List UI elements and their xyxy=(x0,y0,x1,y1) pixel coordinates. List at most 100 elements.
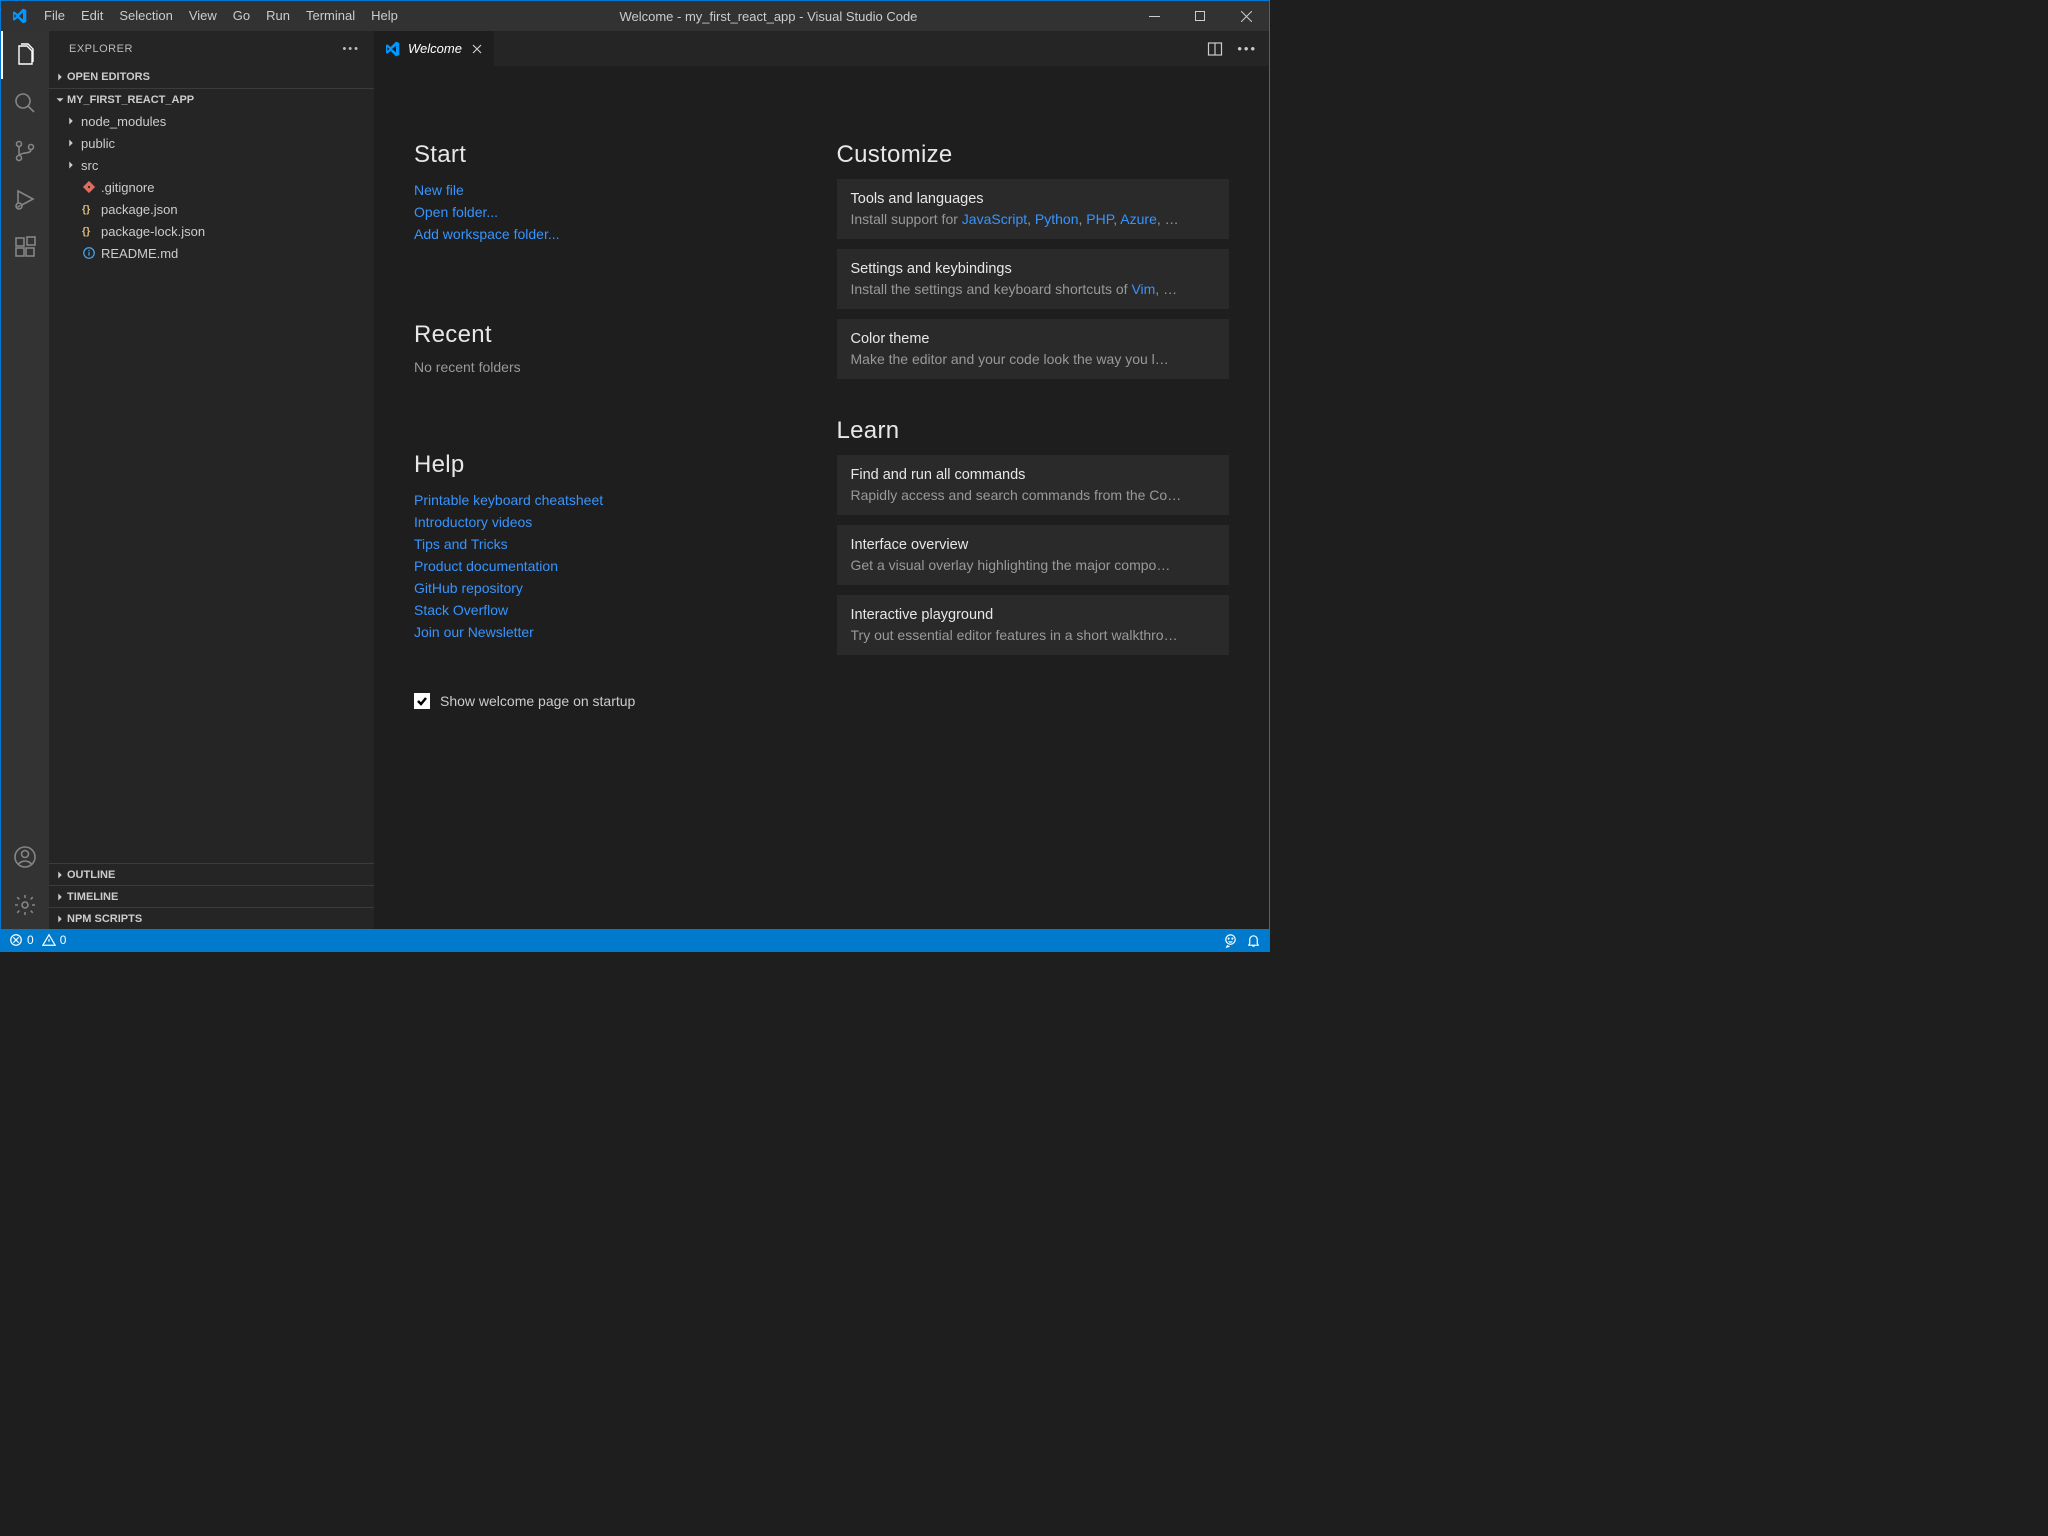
explorer-sidebar: EXPLORER ••• OPEN EDITORS MY_FIRST_REACT… xyxy=(49,31,374,929)
chevron-right-icon xyxy=(63,114,79,128)
link-keyboard-cheatsheet[interactable]: Printable keyboard cheatsheet xyxy=(414,489,807,511)
titlebar: File Edit Selection View Go Run Terminal… xyxy=(1,1,1269,31)
menu-view[interactable]: View xyxy=(181,1,225,31)
close-tab-icon[interactable] xyxy=(470,42,484,56)
close-button[interactable] xyxy=(1223,1,1269,31)
status-bell-icon[interactable] xyxy=(1246,933,1261,948)
sidebar-more-icon[interactable]: ••• xyxy=(342,43,360,55)
activity-explorer[interactable] xyxy=(1,31,49,79)
menu-go[interactable]: Go xyxy=(225,1,258,31)
split-editor-icon[interactable] xyxy=(1207,41,1223,57)
tab-bar: Welcome ••• xyxy=(374,31,1269,66)
show-on-startup-row[interactable]: Show welcome page on startup xyxy=(414,693,807,709)
card-title: Interface overview xyxy=(851,537,1216,553)
activity-bar xyxy=(1,31,49,929)
card-title: Interactive playground xyxy=(851,607,1216,623)
tree-label: package.json xyxy=(99,202,178,217)
menu-selection[interactable]: Selection xyxy=(111,1,180,31)
link-add-workspace-folder[interactable]: Add workspace folder... xyxy=(414,223,807,245)
card-color-theme[interactable]: Color theme Make the editor and your cod… xyxy=(837,319,1230,379)
card-tools-languages[interactable]: Tools and languages Install support for … xyxy=(837,179,1230,239)
json-file-icon: {} xyxy=(79,224,99,238)
info-file-icon xyxy=(79,246,99,260)
card-title: Settings and keybindings xyxy=(851,261,1216,277)
link-product-docs[interactable]: Product documentation xyxy=(414,555,807,577)
link-intro-videos[interactable]: Introductory videos xyxy=(414,511,807,533)
section-timeline[interactable]: TIMELINE xyxy=(49,885,374,907)
tree-file-gitignore[interactable]: .gitignore xyxy=(49,176,374,198)
status-errors-count: 0 xyxy=(27,933,34,947)
link-newsletter[interactable]: Join our Newsletter xyxy=(414,621,807,643)
tree-file-package-lock-json[interactable]: {} package-lock.json xyxy=(49,220,374,242)
tab-label: Welcome xyxy=(408,41,462,56)
activity-run-debug[interactable] xyxy=(1,175,49,223)
card-interface-overview[interactable]: Interface overview Get a visual overlay … xyxy=(837,525,1230,585)
tree-folder-public[interactable]: public xyxy=(49,132,374,154)
card-interactive-playground[interactable]: Interactive playground Try out essential… xyxy=(837,595,1230,655)
link-open-folder[interactable]: Open folder... xyxy=(414,201,807,223)
status-feedback-icon[interactable] xyxy=(1223,933,1238,948)
more-actions-icon[interactable]: ••• xyxy=(1237,41,1257,56)
status-errors[interactable]: 0 xyxy=(9,933,34,947)
tree-file-package-json[interactable]: {} package.json xyxy=(49,198,374,220)
section-npm-label: NPM SCRIPTS xyxy=(67,913,142,925)
link-github-repo[interactable]: GitHub repository xyxy=(414,577,807,599)
menu-run[interactable]: Run xyxy=(258,1,298,31)
card-settings-keybindings[interactable]: Settings and keybindings Install the set… xyxy=(837,249,1230,309)
svg-text:{}: {} xyxy=(82,204,90,216)
link-new-file[interactable]: New file xyxy=(414,179,807,201)
section-open-editors[interactable]: OPEN EDITORS xyxy=(49,66,374,88)
window-title: Welcome - my_first_react_app - Visual St… xyxy=(406,9,1131,24)
minimize-button[interactable] xyxy=(1131,1,1177,31)
section-timeline-label: TIMELINE xyxy=(67,891,118,903)
activity-settings[interactable] xyxy=(1,881,49,929)
section-npm-scripts[interactable]: NPM SCRIPTS xyxy=(49,907,374,929)
start-heading: Start xyxy=(414,141,807,169)
sidebar-title: EXPLORER xyxy=(69,43,133,55)
card-title: Tools and languages xyxy=(851,191,1216,207)
activity-extensions[interactable] xyxy=(1,223,49,271)
menu-bar: File Edit Selection View Go Run Terminal… xyxy=(36,1,406,31)
card-find-commands[interactable]: Find and run all commands Rapidly access… xyxy=(837,455,1230,515)
card-desc: Try out essential editor features in a s… xyxy=(851,627,1216,643)
tree-folder-node_modules[interactable]: node_modules xyxy=(49,110,374,132)
maximize-button[interactable] xyxy=(1177,1,1223,31)
chevron-right-icon xyxy=(53,912,67,926)
menu-file[interactable]: File xyxy=(36,1,73,31)
editor-area: Welcome ••• Start New file Open folder..… xyxy=(374,31,1269,929)
tree-label: public xyxy=(79,136,115,151)
recent-heading: Recent xyxy=(414,321,807,349)
card-desc: Install support for JavaScript, Python, … xyxy=(851,211,1216,227)
welcome-page: Start New file Open folder... Add worksp… xyxy=(374,66,1269,929)
menu-help[interactable]: Help xyxy=(363,1,406,31)
git-file-icon xyxy=(79,180,99,194)
json-file-icon: {} xyxy=(79,202,99,216)
section-outline[interactable]: OUTLINE xyxy=(49,863,374,885)
activity-source-control[interactable] xyxy=(1,127,49,175)
tree-file-readme[interactable]: README.md xyxy=(49,242,374,264)
show-on-startup-label: Show welcome page on startup xyxy=(440,693,635,709)
tree-folder-src[interactable]: src xyxy=(49,154,374,176)
card-desc: Install the settings and keyboard shortc… xyxy=(851,281,1216,297)
activity-search[interactable] xyxy=(1,79,49,127)
checkbox-checked-icon[interactable] xyxy=(414,693,430,709)
card-title: Find and run all commands xyxy=(851,467,1216,483)
tab-welcome[interactable]: Welcome xyxy=(374,31,494,66)
chevron-down-icon xyxy=(53,93,67,107)
link-stack-overflow[interactable]: Stack Overflow xyxy=(414,599,807,621)
tree-label: src xyxy=(79,158,98,173)
status-bar: 0 0 xyxy=(1,929,1269,951)
learn-heading: Learn xyxy=(837,417,1230,445)
section-folder[interactable]: MY_FIRST_REACT_APP xyxy=(49,88,374,110)
status-warnings[interactable]: 0 xyxy=(42,933,67,947)
tree-label: README.md xyxy=(99,246,178,261)
menu-edit[interactable]: Edit xyxy=(73,1,111,31)
menu-terminal[interactable]: Terminal xyxy=(298,1,363,31)
link-tips-tricks[interactable]: Tips and Tricks xyxy=(414,533,807,555)
card-desc: Get a visual overlay highlighting the ma… xyxy=(851,557,1216,573)
activity-accounts[interactable] xyxy=(1,833,49,881)
card-desc: Make the editor and your code look the w… xyxy=(851,351,1216,367)
recent-empty-text: No recent folders xyxy=(414,359,807,375)
section-open-editors-label: OPEN EDITORS xyxy=(67,71,150,83)
card-desc: Rapidly access and search commands from … xyxy=(851,487,1216,503)
